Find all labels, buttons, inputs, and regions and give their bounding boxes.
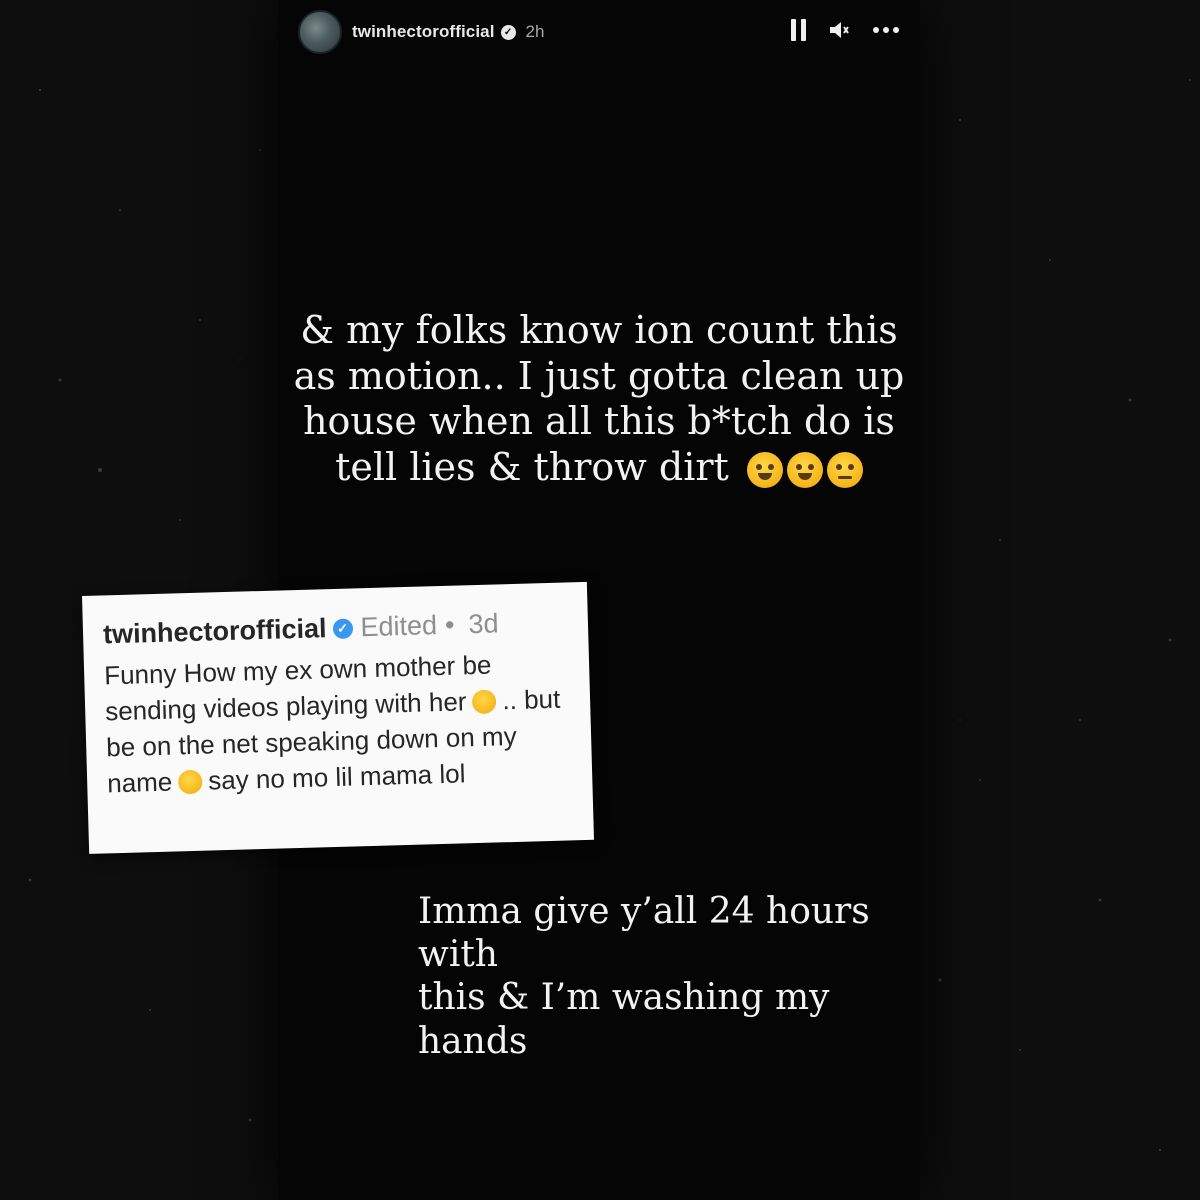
story-text-line: & my folks know ion count this	[300, 308, 898, 352]
story-username[interactable]: twinhectorofficial	[352, 22, 495, 42]
comment-screenshot-card: twinhectorofficial ✓ Edited • 3d Funny H…	[82, 581, 595, 854]
story-text-line: this & I’m washing my hands	[418, 977, 830, 1062]
story-text-line: house when all this b*tch do is	[303, 399, 895, 444]
story-text-line-with-emojis: tell lies & throw dirt	[278, 445, 920, 491]
laughing-crying-emoji-icon	[746, 452, 783, 489]
more-options-icon[interactable]	[872, 19, 900, 45]
avatar[interactable]	[298, 10, 342, 54]
post-header: twinhectorofficial ✓ Edited • 3d	[103, 606, 589, 651]
story-text-line: tell lies & throw dirt	[335, 444, 729, 489]
post-body-text: say no mo lil mama lol	[207, 757, 466, 796]
cat-face-emoji-icon	[472, 689, 497, 715]
story-text-block-2: Imma give y’all 24 hours with this & I’m…	[418, 890, 902, 1063]
story-header: twinhectorofficial ✓ 2h	[298, 6, 900, 58]
edited-label: Edited	[360, 610, 438, 643]
post-time: 3d	[468, 608, 499, 640]
verified-badge-icon: ✓	[500, 24, 516, 40]
page: twinhectorofficial ✓ 2h & my folks know …	[0, 0, 1200, 1200]
pause-icon[interactable]	[791, 19, 806, 45]
disappointed-face-emoji-icon	[826, 452, 863, 489]
speaker-icon[interactable]	[828, 19, 850, 45]
emoji-row	[746, 452, 863, 489]
post-body-text: .. but	[501, 683, 561, 716]
post-body-text: sending videos playing with her	[104, 686, 467, 727]
story-text-block-1: & my folks know ion count this as motion…	[278, 308, 920, 490]
story-time: 2h	[525, 22, 545, 41]
post-body: Funny How my ex own mother be sending vi…	[104, 645, 578, 802]
separator-dot: •	[444, 609, 455, 640]
weary-face-emoji-icon	[786, 452, 823, 489]
verified-badge-icon: ✓	[332, 617, 353, 639]
astonished-face-emoji-icon	[177, 769, 203, 795]
story-text-line: Imma give y’all 24 hours with	[418, 891, 870, 976]
story-text-line: as motion.. I just gotta clean up	[293, 353, 905, 398]
post-username: twinhectorofficial	[102, 613, 327, 650]
post-body-text: name	[106, 766, 173, 798]
